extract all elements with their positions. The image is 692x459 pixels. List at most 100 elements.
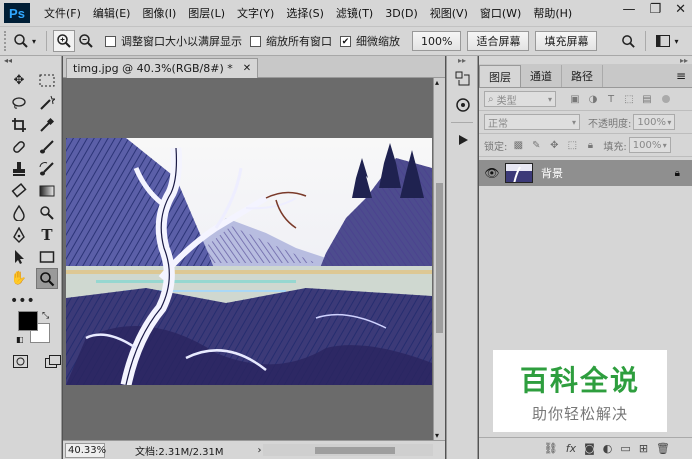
foreground-color-swatch[interactable] (18, 311, 38, 331)
canvas-horizontal-scrollbar[interactable] (263, 444, 433, 456)
lock-transparent-icon[interactable]: ▩ (509, 140, 527, 151)
scroll-thumb[interactable] (315, 447, 395, 454)
swap-colors-icon[interactable]: ⤡ (42, 311, 49, 321)
canvas-area[interactable] (63, 78, 433, 440)
minimize-button[interactable]: — (622, 2, 635, 17)
lock-all-icon[interactable]: 🔒︎ (581, 140, 599, 151)
zoom-all-windows-checkbox[interactable]: 缩放所有窗口 (250, 33, 332, 49)
actual-pixels-button[interactable]: 100% (412, 31, 462, 51)
dodge-tool-icon[interactable] (36, 202, 58, 223)
eyedropper-tool-icon[interactable] (36, 114, 58, 135)
gradient-tool-icon[interactable] (36, 180, 58, 201)
layer-style-icon[interactable]: fx (566, 442, 576, 455)
history-brush-tool-icon[interactable] (36, 158, 58, 179)
panel-collapse-icon[interactable]: ▸▸ (479, 56, 692, 65)
close-button[interactable]: ✕ (675, 2, 686, 17)
document-tab[interactable]: timg.jpg @ 40.3%(RGB/8#) * ✕ (66, 58, 259, 78)
fill-screen-button[interactable]: 填充屏幕 (535, 31, 598, 51)
hand-tool-icon[interactable]: ✋ (8, 268, 30, 289)
blur-tool-icon[interactable] (8, 202, 30, 223)
rectangular-marquee-tool-icon[interactable] (36, 70, 58, 91)
screen-mode-icon[interactable] (44, 351, 62, 372)
actions-play-icon[interactable] (452, 129, 474, 151)
menu-view[interactable]: 视图(V) (424, 5, 474, 21)
document-image[interactable] (66, 138, 432, 385)
scrubby-zoom-box[interactable]: ✔ (340, 35, 352, 47)
zoom-level-field[interactable]: 40.33% (65, 442, 106, 458)
tab-paths[interactable]: 路径 (562, 65, 603, 87)
layer-row-background[interactable]: 👁︎ 背景 🔒︎ (479, 160, 692, 186)
zoom-in-icon[interactable] (53, 30, 76, 52)
opacity-field[interactable]: 100% ▾ (633, 114, 676, 130)
menu-help[interactable]: 帮助(H) (527, 5, 578, 21)
fit-screen-button[interactable]: 适合屏幕 (467, 31, 530, 51)
menu-edit[interactable]: 编辑(E) (87, 5, 137, 21)
strip-grip[interactable]: ▸▸ (447, 56, 477, 65)
menu-select[interactable]: 选择(S) (280, 5, 330, 21)
menu-type[interactable]: 文字(Y) (231, 5, 280, 21)
adjustment-filter-icon[interactable]: ◑ (584, 94, 602, 105)
adjustment-layer-icon[interactable]: ◐ (603, 442, 613, 455)
panel-menu-icon[interactable]: ≡ (676, 69, 686, 83)
lock-artboard-icon[interactable]: ⬚ (563, 140, 581, 151)
path-selection-tool-icon[interactable] (8, 246, 30, 267)
tab-layers[interactable]: 图层 (479, 65, 521, 87)
menu-3d[interactable]: 3D(D) (379, 7, 424, 20)
add-mask-icon[interactable]: ◙ (584, 442, 595, 455)
scroll-up-arrow-icon[interactable]: ▴ (435, 78, 439, 87)
history-panel-icon[interactable] (452, 68, 474, 90)
new-layer-icon[interactable]: ⊞ (639, 442, 648, 455)
zoom-tool-preset-icon[interactable] (10, 30, 32, 52)
clone-stamp-tool-icon[interactable] (8, 158, 30, 179)
scrubby-zoom-checkbox[interactable]: ✔ 细微缩放 (340, 33, 400, 49)
tools-collapse-icon[interactable]: ◂◂ (0, 56, 61, 66)
resize-windows-box[interactable] (105, 35, 117, 47)
lasso-tool-icon[interactable] (8, 92, 30, 113)
kind-filter-dropdown[interactable]: ⌕ 类型 ▾ (484, 91, 556, 107)
lock-image-icon[interactable]: ✎ (527, 140, 545, 151)
zoom-all-windows-box[interactable] (250, 35, 262, 47)
restore-button[interactable]: ❐ (649, 2, 661, 17)
zoom-out-icon[interactable] (75, 30, 97, 52)
magic-wand-tool-icon[interactable] (36, 92, 58, 113)
close-tab-icon[interactable]: ✕ (243, 63, 251, 74)
pen-tool-icon[interactable] (8, 224, 30, 245)
resize-windows-checkbox[interactable]: 调整窗口大小以满屏显示 (105, 33, 242, 49)
rectangle-tool-icon[interactable] (36, 246, 58, 267)
workspace-dropdown-arrow-icon[interactable]: ▾ (674, 37, 678, 46)
preset-dropdown-arrow-icon[interactable]: ▾ (32, 37, 36, 46)
type-filter-icon[interactable]: T (602, 94, 620, 105)
zoom-tool-icon[interactable] (36, 268, 58, 289)
menu-filter[interactable]: 滤镜(T) (330, 5, 379, 21)
delete-layer-icon[interactable]: 🗑︎ (656, 442, 670, 455)
healing-brush-tool-icon[interactable] (8, 136, 30, 157)
shape-filter-icon[interactable]: ⬚ (620, 94, 638, 105)
lock-position-icon[interactable]: ✥ (545, 140, 563, 151)
status-menu-arrow-icon[interactable]: › (258, 445, 262, 456)
new-group-icon[interactable]: ▭ (620, 442, 630, 455)
crop-tool-icon[interactable] (8, 114, 30, 135)
eraser-tool-icon[interactable] (8, 180, 30, 201)
menu-window[interactable]: 窗口(W) (474, 5, 527, 21)
type-tool-icon[interactable]: T (36, 224, 58, 245)
pixel-filter-icon[interactable]: ▣ (566, 94, 584, 105)
smart-object-filter-icon[interactable]: ▤ (638, 94, 656, 105)
scroll-thumb[interactable] (436, 183, 443, 333)
workspace-switcher-icon[interactable] (652, 30, 674, 52)
menu-image[interactable]: 图像(I) (136, 5, 182, 21)
canvas-vertical-scrollbar[interactable]: ▴ ▾ (433, 78, 445, 440)
blend-mode-dropdown[interactable]: 正常 ▾ (484, 114, 580, 130)
properties-panel-icon[interactable] (452, 94, 474, 116)
search-icon[interactable] (617, 30, 639, 52)
move-tool-icon[interactable]: ✥ (8, 70, 30, 91)
menu-file[interactable]: 文件(F) (38, 5, 87, 21)
menu-layer[interactable]: 图层(L) (182, 5, 231, 21)
brush-tool-icon[interactable] (36, 136, 58, 157)
default-colors-icon[interactable]: ◧ (16, 335, 24, 344)
tab-channels[interactable]: 通道 (521, 65, 562, 87)
filter-toggle-icon[interactable] (662, 95, 670, 103)
quick-mask-icon[interactable] (12, 351, 29, 372)
eye-icon[interactable]: 👁︎ (479, 166, 505, 180)
fill-field[interactable]: 100% ▾ (628, 137, 671, 153)
scroll-down-arrow-icon[interactable]: ▾ (435, 431, 439, 440)
